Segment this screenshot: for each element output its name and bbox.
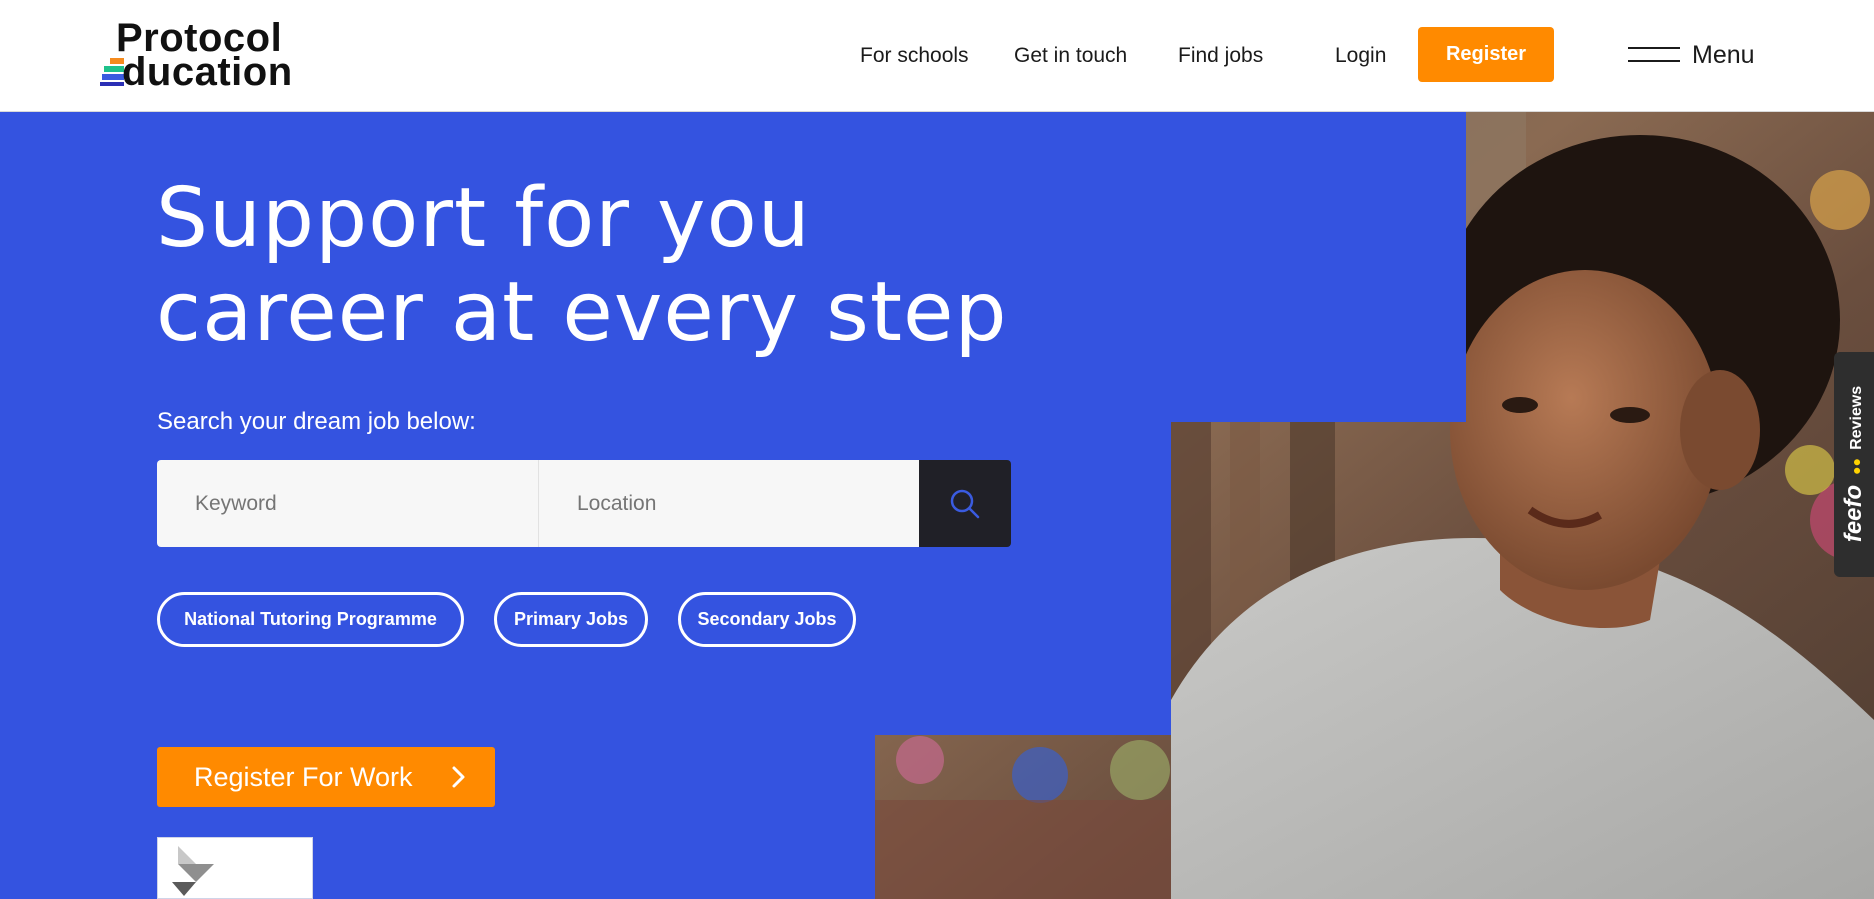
nav-item-login: Login xyxy=(1335,0,1386,112)
nav-link-login[interactable]: Login xyxy=(1335,44,1386,68)
search-label: Search your dream job below: xyxy=(157,408,476,435)
hero-title-line-2: career at every step xyxy=(156,265,1008,360)
chevron-right-icon xyxy=(452,766,465,788)
hero-title-line-1: Support for you xyxy=(156,171,811,266)
search-button[interactable] xyxy=(919,460,1011,547)
search-icon xyxy=(950,489,980,518)
menu-button[interactable]: Menu xyxy=(1628,36,1755,74)
register-button[interactable]: Register xyxy=(1418,27,1554,82)
feefo-reviews-tab[interactable]: feefo ●● Reviews xyxy=(1834,352,1874,577)
feefo-reviews-label: Reviews xyxy=(1848,385,1865,450)
nav-link-get-in-touch[interactable]: Get in touch xyxy=(1014,44,1127,68)
quick-link-secondary-jobs[interactable]: Secondary Jobs xyxy=(678,592,856,647)
nav-item-find-jobs: Find jobs xyxy=(1178,0,1263,112)
menu-label: Menu xyxy=(1692,40,1755,69)
location-input[interactable] xyxy=(538,460,919,547)
nav-item-for-schools: For schools xyxy=(860,0,969,112)
quick-link-national-tutoring-programme[interactable]: National Tutoring Programme xyxy=(157,592,464,647)
accreditation-badge xyxy=(157,837,313,899)
hamburger-icon xyxy=(1628,46,1680,64)
logo-mark-icon xyxy=(100,58,124,86)
accreditation-logo-icon xyxy=(172,846,214,896)
site-header: Protocol ducation For schools Get in tou… xyxy=(0,0,1874,112)
nav-link-for-schools[interactable]: For schools xyxy=(860,44,969,68)
register-for-work-button[interactable]: Register For Work xyxy=(157,747,495,807)
job-search-form xyxy=(157,460,1011,547)
feefo-dots-icon: ●● xyxy=(1848,457,1864,475)
register-for-work-label: Register For Work xyxy=(194,761,413,792)
nav-link-find-jobs[interactable]: Find jobs xyxy=(1178,44,1263,68)
logo-text-education: ducation xyxy=(122,50,293,94)
logo[interactable]: Protocol ducation xyxy=(100,18,300,94)
quick-link-primary-jobs[interactable]: Primary Jobs xyxy=(494,592,648,647)
feefo-logo: feefo xyxy=(1840,484,1867,543)
feefo-reviews-text: feefo ●● Reviews xyxy=(1840,386,1868,542)
nav-item-get-in-touch: Get in touch xyxy=(1014,0,1127,112)
hero-title: Support for you career at every step xyxy=(156,172,1056,360)
keyword-input[interactable] xyxy=(157,460,538,547)
